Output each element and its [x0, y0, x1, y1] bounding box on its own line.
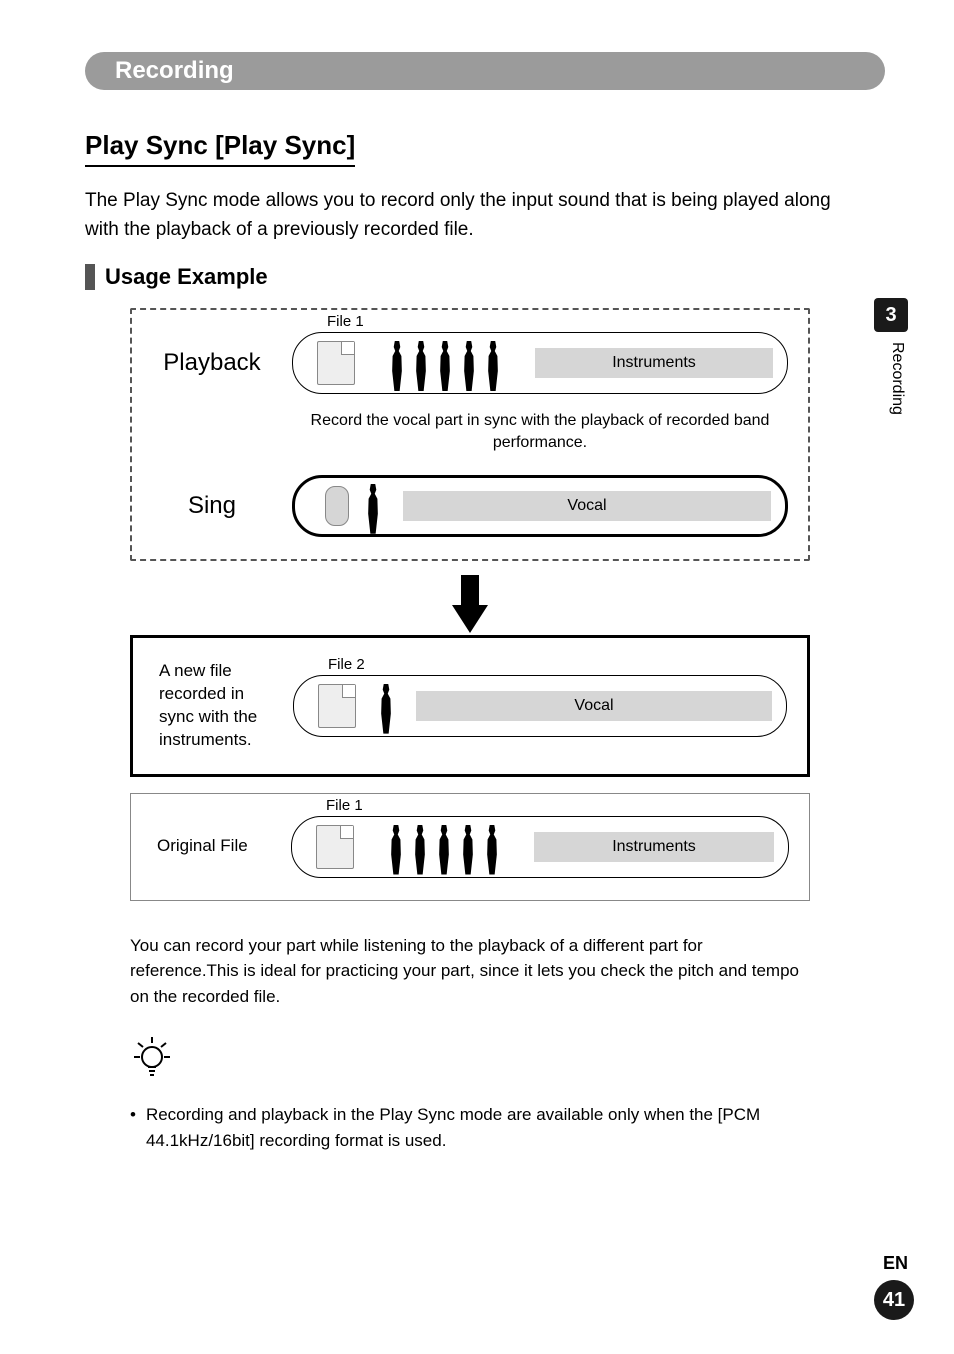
bullet-icon: •	[130, 1102, 136, 1153]
result-file-label: File 2	[328, 656, 365, 673]
original-box: Original File File 1 Instruments	[130, 793, 810, 901]
file-icon	[318, 684, 356, 728]
footer-language: EN	[883, 1253, 908, 1274]
result-box: A new file recorded in sync with the ins…	[130, 635, 810, 777]
original-file-label: File 1	[326, 797, 363, 814]
original-label: Original File	[151, 835, 271, 858]
sing-tag: Vocal	[403, 491, 771, 521]
side-chapter-tab: 3	[874, 298, 908, 332]
intro-paragraph: The Play Sync mode allows you to record …	[85, 187, 845, 244]
playback-capsule: File 1 Instruments	[292, 332, 788, 394]
arrow-down-icon	[452, 605, 488, 633]
heading-bar-icon	[85, 264, 95, 290]
band-silhouette-icon	[364, 819, 524, 875]
chapter-pill: Recording	[85, 52, 885, 90]
original-row: Original File File 1 Instruments	[151, 816, 789, 878]
playback-label: Playback	[152, 349, 272, 377]
result-row: A new file recorded in sync with the ins…	[153, 660, 787, 752]
result-tag: Vocal	[416, 691, 772, 721]
page-content: Play Sync [Play Sync] The Play Sync mode…	[85, 130, 845, 1153]
result-capsule: File 2 Vocal	[293, 675, 787, 737]
playback-file-label: File 1	[327, 313, 364, 330]
original-tag: Instruments	[534, 832, 774, 862]
after-diagram-text: You can record your part while listening…	[130, 933, 810, 1010]
diagram-caption: Record the vocal part in sync with the p…	[292, 410, 788, 455]
file-icon	[317, 341, 355, 385]
footer-page-number: 41	[874, 1280, 914, 1320]
sing-row: Sing Vocal	[152, 475, 788, 537]
usage-heading: Usage Example	[105, 264, 268, 290]
note-pre: Recording and playback in the Play Sync …	[146, 1105, 722, 1124]
note-text: Recording and playback in the Play Sync …	[146, 1102, 810, 1153]
usage-diagram: Playback File 1 Instruments Record the v…	[130, 308, 810, 901]
singer-silhouette-icon	[353, 478, 393, 534]
original-capsule: File 1 Instruments	[291, 816, 789, 878]
microphone-icon	[325, 486, 349, 526]
lightbulb-hint-icon	[130, 1033, 845, 1086]
usage-heading-row: Usage Example	[85, 264, 845, 290]
side-chapter-label: Recording	[888, 342, 906, 415]
result-label: A new file recorded in sync with the ins…	[153, 660, 273, 752]
note-post: ] recording format is used.	[250, 1131, 447, 1150]
input-group-box: Playback File 1 Instruments Record the v…	[130, 308, 810, 561]
playback-tag: Instruments	[535, 348, 773, 378]
sing-capsule: Vocal	[292, 475, 788, 537]
arrow-stem-icon	[461, 575, 479, 605]
playback-row: Playback File 1 Instruments	[152, 332, 788, 394]
section-title: Play Sync [Play Sync]	[85, 130, 355, 167]
singer-silhouette-icon	[366, 678, 406, 734]
sing-label: Sing	[152, 492, 272, 520]
band-silhouette-icon	[365, 335, 525, 391]
file-icon	[316, 825, 354, 869]
note-bullet: • Recording and playback in the Play Syn…	[130, 1102, 810, 1153]
